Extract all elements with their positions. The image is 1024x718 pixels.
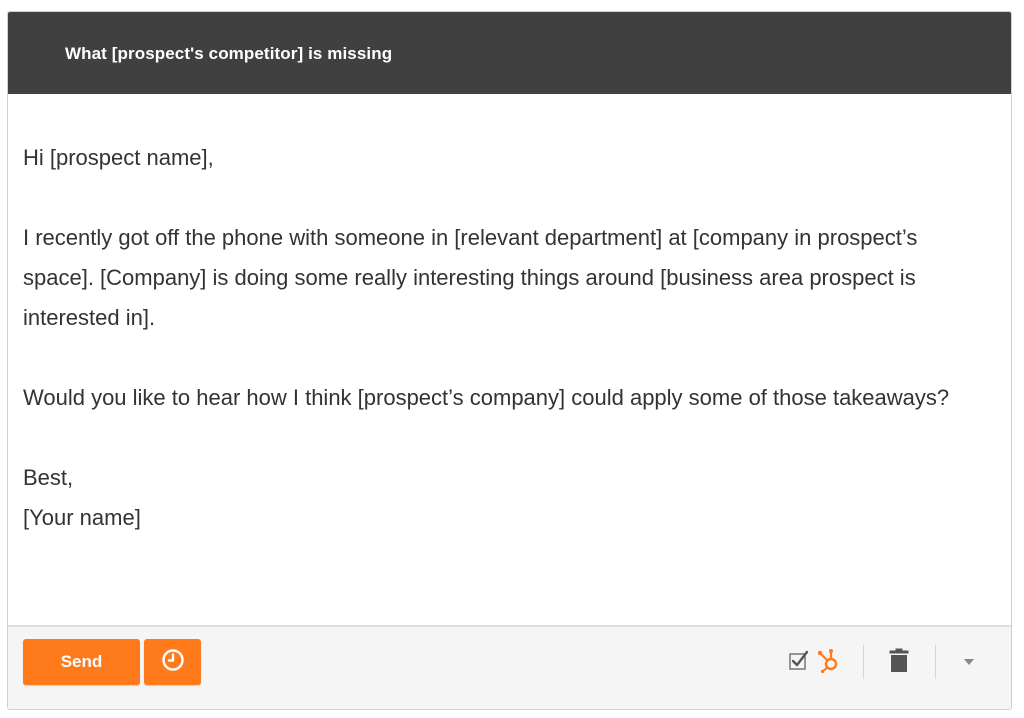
email-paragraph-2: Would you like to hear how I think [pros… (23, 385, 950, 410)
hubspot-sprocket-icon (815, 646, 843, 679)
checkbox-icon (788, 649, 810, 676)
email-greeting: Hi [prospect name], (23, 145, 214, 170)
email-signoff: Best, (23, 465, 74, 490)
clock-icon (161, 648, 185, 677)
schedule-send-button[interactable] (144, 639, 201, 685)
delete-button[interactable] (886, 647, 912, 677)
toolbar-divider (935, 645, 936, 679)
email-signature: [Your name] (23, 505, 141, 530)
trash-icon (889, 648, 909, 677)
track-email-toggle[interactable] (786, 647, 812, 677)
send-button[interactable]: Send (23, 639, 140, 685)
email-compose-window: What [prospect's competitor] is missing … (7, 11, 1012, 710)
email-subject: What [prospect's competitor] is missing (65, 44, 393, 63)
email-body[interactable]: Hi [prospect name], I recently got off t… (23, 138, 983, 538)
caret-down-icon (963, 653, 975, 671)
hubspot-button[interactable] (814, 647, 844, 677)
email-paragraph-1: I recently got off the phone with someon… (23, 225, 918, 330)
more-options-button[interactable] (958, 647, 980, 677)
toolbar-divider (863, 645, 864, 679)
compose-toolbar: Send (8, 625, 1011, 709)
email-header: What [prospect's competitor] is missing (8, 12, 1011, 94)
